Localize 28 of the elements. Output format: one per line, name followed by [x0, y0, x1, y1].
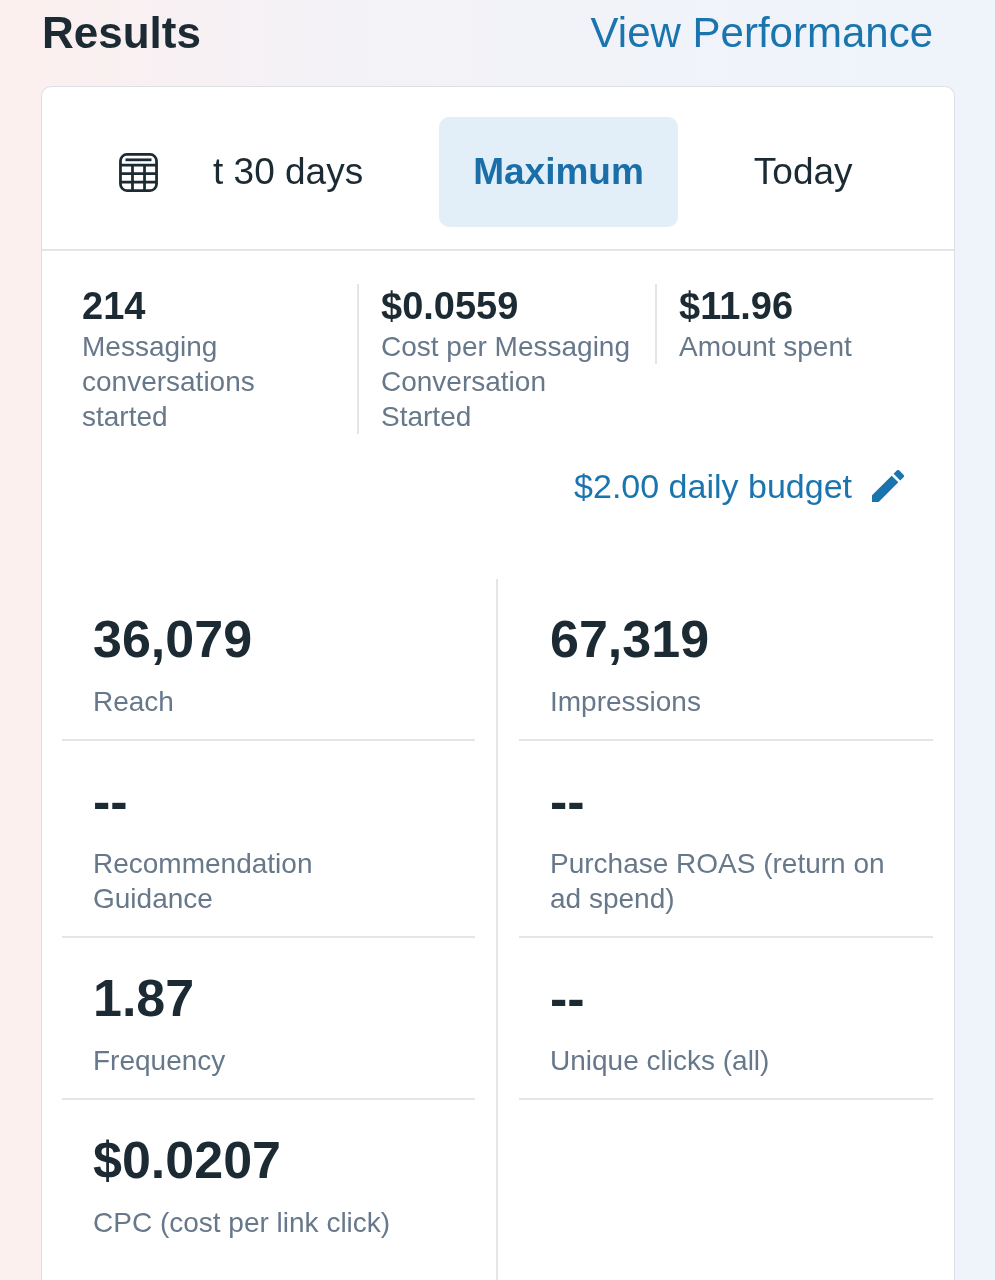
summary-value: 214 — [82, 285, 147, 327]
summary-label: Amount spent — [679, 330, 853, 364]
daily-budget-link[interactable]: $2.00 daily budget — [574, 466, 852, 506]
metric-value: 1.87 — [93, 972, 196, 1025]
metric-label: Unique clicks (all) — [550, 1044, 771, 1078]
metric-value: -- — [550, 775, 586, 828]
summary-label: Messaging conversations started — [82, 330, 256, 434]
metric-value: $0.0207 — [93, 1134, 282, 1187]
metric-value: 67,319 — [550, 613, 711, 666]
metric-value: -- — [93, 775, 129, 828]
metric-label: Frequency — [93, 1044, 227, 1078]
pencil-icon[interactable] — [872, 470, 904, 502]
metric-label: Recommendation Guidance — [93, 847, 314, 916]
summary-value: $0.0559 — [381, 285, 520, 327]
summary-label: Cost per Messaging Conversation Started — [381, 330, 631, 434]
date-range-tab[interactable]: Maximum — [439, 117, 678, 227]
date-range-tab[interactable]: Today — [719, 117, 887, 227]
view-performance-link[interactable]: View Performance — [590, 9, 933, 56]
results-title: Results — [42, 9, 201, 56]
metric-label: Reach — [93, 685, 175, 719]
date-range-tab[interactable]: t 30 days — [179, 117, 398, 227]
metric-value: -- — [550, 972, 586, 1025]
metric-label: Purchase ROAS (return on ad spend) — [550, 847, 886, 916]
summary-value: $11.96 — [679, 285, 795, 327]
metric-label: CPC (cost per link click) — [93, 1206, 392, 1240]
metric-value: 36,079 — [93, 613, 254, 666]
metric-label: Impressions — [550, 685, 702, 719]
calendar-icon[interactable] — [119, 152, 158, 192]
